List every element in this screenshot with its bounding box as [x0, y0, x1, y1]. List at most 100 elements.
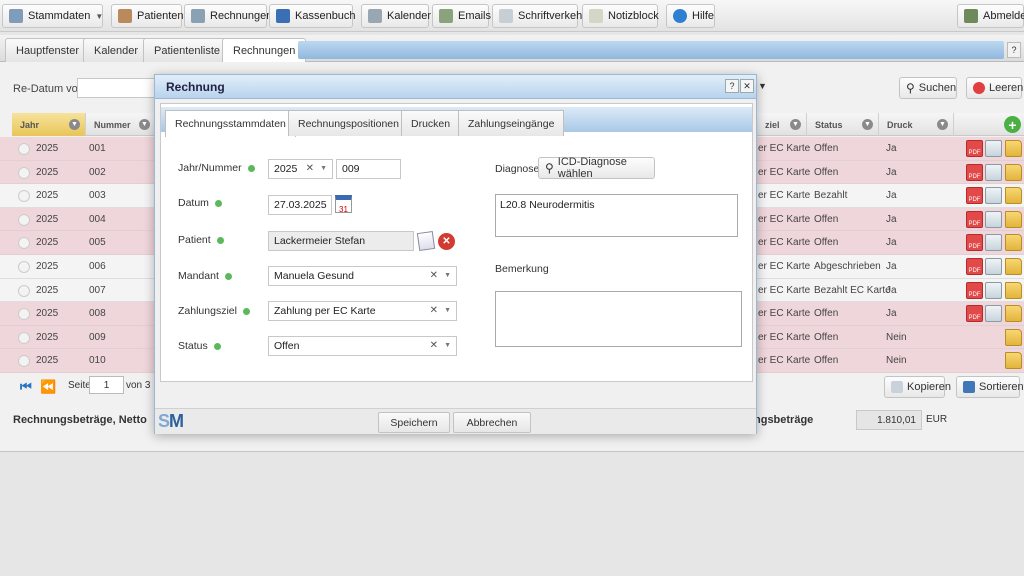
- folder-icon[interactable]: [1005, 258, 1022, 275]
- folder-icon[interactable]: [1005, 210, 1022, 228]
- tab-drucken[interactable]: Drucken: [401, 110, 461, 136]
- tab-rechnungsstammdaten[interactable]: Rechnungsstammdaten: [165, 110, 296, 137]
- calendar-icon[interactable]: 31: [335, 195, 352, 214]
- diagnose-textarea[interactable]: L20.8 Neurodermitis: [495, 194, 738, 237]
- nummer-input[interactable]: 009: [336, 159, 401, 179]
- edit-patient-icon[interactable]: [416, 230, 436, 252]
- pdf-icon[interactable]: PDF: [966, 163, 983, 181]
- patient-text: Patient: [178, 234, 211, 246]
- jahr-select[interactable]: 2025 ✕ ▼: [268, 159, 333, 179]
- clear-x-icon[interactable]: ✕: [306, 163, 314, 174]
- chevron-down-icon[interactable]: ▼: [95, 12, 103, 21]
- tab-hauptfenster[interactable]: Hauptfenster: [5, 38, 90, 62]
- send-mail-icon[interactable]: [985, 305, 1002, 323]
- first-page-icon[interactable]: ⏮: [20, 380, 34, 393]
- help-icon[interactable]: ?: [725, 79, 739, 93]
- remove-patient-icon[interactable]: ✕: [438, 233, 455, 250]
- page-count-label: von 3: [126, 380, 151, 391]
- hilfe-button[interactable]: Hilfe: [666, 4, 715, 28]
- send-mail-icon[interactable]: [985, 258, 1002, 275]
- column-header-zahlungsziel[interactable]: ziel ▼: [757, 113, 807, 136]
- datum-input[interactable]: 27.03.2025: [268, 195, 332, 215]
- suchen-button[interactable]: ⚲ Suchen: [899, 77, 957, 99]
- cancel-button[interactable]: Abbrechen: [453, 412, 531, 433]
- status-label: Status: [178, 340, 221, 352]
- folder-icon[interactable]: [1005, 352, 1022, 370]
- mandant-select[interactable]: Manuela Gesund ✕ ▼: [268, 266, 457, 286]
- pdf-icon[interactable]: PDF: [966, 305, 983, 323]
- clear-x-icon[interactable]: ✕: [430, 340, 438, 351]
- bemerkung-textarea[interactable]: [495, 291, 742, 347]
- send-mail-icon[interactable]: [985, 140, 1002, 157]
- tab-kalender[interactable]: Kalender: [83, 38, 150, 62]
- send-mail-icon[interactable]: [985, 281, 1002, 299]
- page-number-input[interactable]: 1: [89, 376, 124, 394]
- clear-x-icon[interactable]: ✕: [430, 270, 438, 281]
- kalender-button[interactable]: Kalender: [361, 4, 431, 28]
- cell-status: Offen: [814, 213, 839, 225]
- send-mail-icon[interactable]: [985, 210, 1002, 228]
- tab-patientenliste[interactable]: Patientenliste: [143, 38, 232, 62]
- re-datum-von-input[interactable]: [77, 78, 157, 98]
- folder-icon[interactable]: [1005, 234, 1022, 252]
- send-mail-icon[interactable]: [985, 234, 1002, 252]
- pdf-icon[interactable]: PDF: [966, 140, 983, 157]
- send-mail-icon[interactable]: [985, 187, 1002, 205]
- folder-icon[interactable]: [1005, 281, 1022, 299]
- folder-icon[interactable]: [1005, 163, 1022, 181]
- pdf-icon[interactable]: PDF: [966, 210, 983, 228]
- patienten-button[interactable]: Patienten: [111, 4, 183, 28]
- abmelden-button[interactable]: Abmelden: [957, 4, 1024, 28]
- column-header-druck[interactable]: Druck ▼: [879, 113, 954, 136]
- tab-zahlungseingaenge[interactable]: Zahlungseingänge: [458, 110, 565, 136]
- leeren-button[interactable]: Leeren: [966, 77, 1023, 99]
- status-select[interactable]: Offen ✕ ▼: [268, 336, 457, 356]
- dialog-titlebar[interactable]: Rechnung ? ✕: [155, 75, 756, 99]
- chevron-down-icon[interactable]: ▼: [444, 272, 451, 279]
- rechnungen-button[interactable]: Rechnungen: [184, 4, 272, 28]
- folder-icon[interactable]: [1005, 328, 1022, 346]
- pdf-icon[interactable]: PDF: [966, 258, 983, 275]
- add-invoice-icon[interactable]: +: [1004, 116, 1021, 133]
- sort-icon[interactable]: ▼: [862, 119, 873, 130]
- chevron-down-icon[interactable]: ▼: [320, 165, 327, 172]
- chevron-down-icon[interactable]: ▼: [444, 342, 451, 349]
- folder-icon[interactable]: [1005, 305, 1022, 323]
- folder-icon[interactable]: [1005, 140, 1022, 157]
- currency-label: EUR: [926, 414, 948, 425]
- stammdaten-button[interactable]: Stammdaten ▼: [2, 4, 103, 28]
- sort-icon[interactable]: ▼: [790, 119, 801, 130]
- pdf-icon[interactable]: PDF: [966, 281, 983, 299]
- folder-icon[interactable]: [1005, 187, 1022, 205]
- main-toolbar: Stammdaten ▼ Patienten Rechnungen Kassen…: [0, 0, 1024, 32]
- chevron-down-icon[interactable]: ▼: [444, 307, 451, 314]
- cell-jahr: 2025: [36, 308, 59, 320]
- close-icon[interactable]: ✕: [740, 79, 754, 93]
- kassenbuch-button[interactable]: Kassenbuch: [269, 4, 356, 28]
- send-mail-icon[interactable]: [985, 163, 1002, 181]
- icd-diagnose-button[interactable]: ⚲ ICD-Diagnose wählen: [538, 156, 655, 180]
- sort-icon[interactable]: ▼: [139, 119, 150, 130]
- sort-icon[interactable]: ▼: [69, 119, 80, 130]
- clear-x-icon[interactable]: ✕: [430, 305, 438, 316]
- pdf-icon[interactable]: PDF: [966, 234, 983, 252]
- sort-icon[interactable]: ▼: [937, 119, 948, 130]
- zahlungsziel-select[interactable]: Zahlung per EC Karte ✕ ▼: [268, 301, 457, 321]
- column-header-jahr[interactable]: Jahr ▼: [12, 113, 86, 136]
- cell-zahlungsziel: er EC Karte: [758, 261, 811, 272]
- column-header-status[interactable]: Status ▼: [807, 113, 879, 136]
- sortieren-button[interactable]: Sortieren: [956, 376, 1024, 398]
- tab-rechnungspositionen[interactable]: Rechnungspositionen: [288, 110, 409, 136]
- filter-chevron-down-icon[interactable]: ▼: [758, 81, 767, 91]
- column-header-nummer[interactable]: Nummer ▼: [86, 113, 156, 136]
- window-help-button[interactable]: ?: [1007, 42, 1021, 58]
- notizblock-button[interactable]: Notizblock: [582, 4, 659, 28]
- save-button[interactable]: Speichern: [378, 412, 450, 433]
- pdf-icon[interactable]: PDF: [966, 187, 983, 205]
- tab-rechnungen[interactable]: Rechnungen: [222, 38, 307, 63]
- emails-button[interactable]: Emails: [432, 4, 491, 28]
- patient-field[interactable]: Lackermeier Stefan: [268, 231, 414, 251]
- previous-page-icon[interactable]: ⏪: [40, 380, 56, 393]
- schriftverkehr-button[interactable]: Schriftverkehr: [492, 4, 586, 28]
- kopieren-button[interactable]: Kopieren: [884, 376, 951, 398]
